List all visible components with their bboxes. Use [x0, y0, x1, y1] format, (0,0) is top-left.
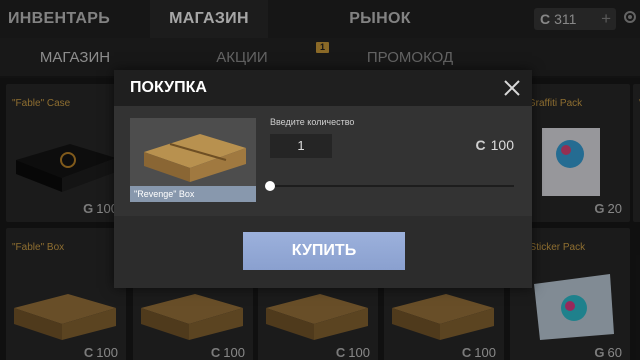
shop-screen: ИНВЕНТАРЬ МАГАЗИН РЫНОК C 311 + МАГАЗИН … — [0, 0, 640, 360]
quantity-slider-handle[interactable] — [265, 181, 275, 191]
quantity-slider-track[interactable] — [268, 185, 514, 187]
total-price: C 100 — [476, 137, 514, 153]
dialog-title: ПОКУПКА — [130, 79, 207, 96]
total-price-value: 100 — [490, 137, 514, 153]
preview-item-label: "Revenge" Box — [130, 186, 256, 202]
buy-button[interactable]: КУПИТЬ — [243, 232, 405, 270]
dialog-header: ПОКУПКА — [114, 70, 532, 106]
quantity-label: Введите количество — [270, 117, 355, 127]
close-icon[interactable] — [502, 78, 522, 98]
revenge-box-image — [130, 118, 256, 186]
dialog-body: "Revenge" Box Введите количество 1 C 100 — [114, 106, 532, 216]
quantity-input[interactable]: 1 — [270, 134, 332, 158]
purchase-dialog: ПОКУПКА "Revenge" Box Введите количество… — [114, 70, 532, 288]
currency-coin-icon: C — [475, 137, 486, 153]
item-preview: "Revenge" Box — [130, 118, 256, 202]
dialog-footer: КУПИТЬ — [114, 216, 532, 288]
